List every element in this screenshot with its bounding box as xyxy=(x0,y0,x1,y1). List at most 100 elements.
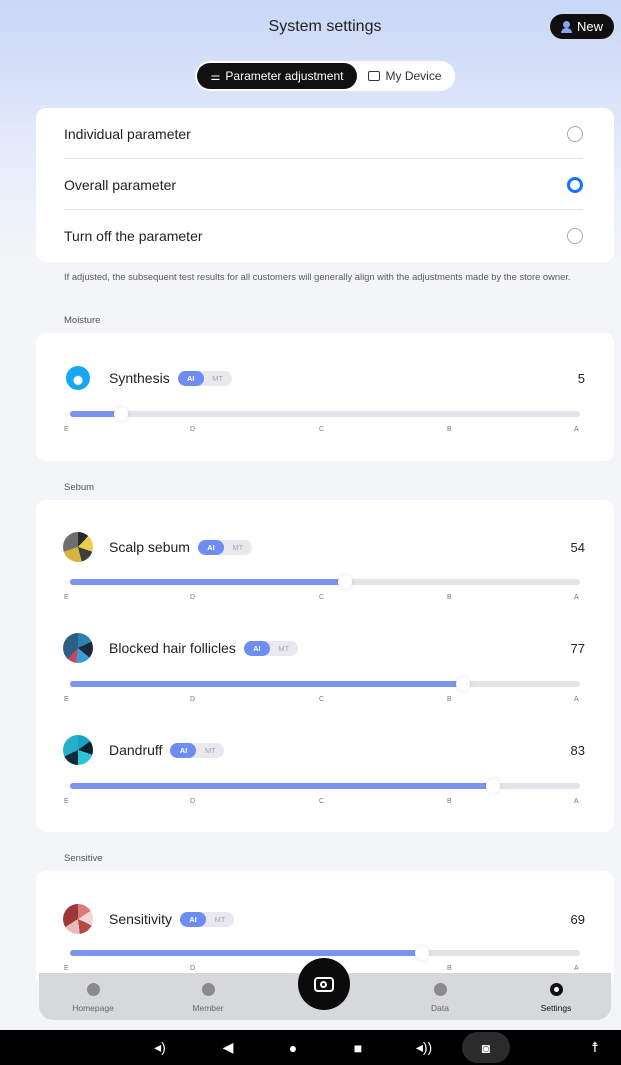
page-title: System settings xyxy=(268,18,382,35)
slider-thumb[interactable] xyxy=(414,946,429,960)
section-label-sebum: Sebum xyxy=(64,482,95,493)
home-button-icon[interactable]: ● xyxy=(283,1030,303,1065)
mt-label: MT xyxy=(278,643,290,653)
tick-label: B xyxy=(447,965,452,972)
tick-label: A xyxy=(574,798,579,805)
option-label: Turn off the parameter xyxy=(64,227,203,244)
mt-label: MT xyxy=(205,745,216,755)
nav-data[interactable]: Data xyxy=(400,973,480,1020)
option-overall-parameter[interactable]: Overall parameter xyxy=(64,159,583,210)
scale-ticks: E D C B A xyxy=(64,798,580,808)
tick-label: D xyxy=(190,798,196,805)
slider-thumb[interactable] xyxy=(338,575,353,589)
metric-value: 5 xyxy=(577,370,585,386)
device-icon xyxy=(368,71,381,81)
tick-label: B xyxy=(447,426,452,433)
ai-label: AI xyxy=(170,742,197,758)
parameter-mode-panel: Individual parameter Overall parameter T… xyxy=(36,108,614,262)
volume-up-icon[interactable]: ◂)) xyxy=(412,1030,436,1065)
tick-label: E xyxy=(64,594,69,601)
slider-blocked-hair-follicles[interactable] xyxy=(70,677,580,691)
section-label-moisture: Moisture xyxy=(64,315,101,326)
moisture-panel: Synthesis AI MT 5 E D C B A xyxy=(36,333,614,461)
tab-label: My Device xyxy=(385,69,442,83)
nav-label: Data xyxy=(431,1003,449,1013)
data-icon xyxy=(433,983,447,996)
metric-value: 83 xyxy=(570,742,585,758)
slider-sensitivity[interactable] xyxy=(70,946,580,960)
radio-button[interactable] xyxy=(567,227,583,244)
slider-scalp-sebum[interactable] xyxy=(70,575,580,589)
top-bar: System settings New xyxy=(0,0,621,56)
tick-label: D xyxy=(190,696,196,703)
blocked-follicles-image xyxy=(63,633,93,663)
adjustment-note: If adjusted, the subsequent test results… xyxy=(64,271,571,282)
slider-thumb[interactable] xyxy=(114,407,128,421)
tick-label: A xyxy=(574,426,579,433)
radio-button[interactable] xyxy=(567,125,583,142)
scalp-sebum-image xyxy=(63,532,93,562)
slider-thumb[interactable] xyxy=(486,779,501,793)
system-navigation-bar: ◂) ◀ ● ■ ◂)) ◙ ☨ xyxy=(0,1030,621,1065)
ai-label: AI xyxy=(197,539,224,555)
tick-label: E xyxy=(64,696,69,703)
nav-homepage[interactable]: Homepage xyxy=(53,973,133,1020)
slider-fill xyxy=(70,681,463,687)
tick-label: E xyxy=(64,426,69,433)
add-user-icon xyxy=(560,20,573,33)
mt-label: MT xyxy=(232,542,244,552)
sliders-icon: ⚌ xyxy=(210,70,221,83)
metric-synthesis: Synthesis AI MT 5 xyxy=(63,363,585,393)
camera-icon xyxy=(314,976,334,992)
metric-name: Dandruff xyxy=(109,742,163,758)
ai-mt-toggle[interactable]: AI MT xyxy=(243,640,298,656)
metric-blocked-hair-follicles: Blocked hair follicles AI MT 77 xyxy=(63,633,585,663)
screenshot-icon: ◙ xyxy=(481,1039,491,1056)
scale-ticks: E D C B A xyxy=(64,594,580,604)
tick-label: D xyxy=(190,965,196,972)
tick-label: A xyxy=(574,594,579,601)
ai-mt-toggle[interactable]: AI MT xyxy=(197,539,252,555)
tick-label: C xyxy=(319,798,325,805)
nav-label: Member xyxy=(192,1003,224,1013)
tab-label: Parameter adjustment xyxy=(225,69,344,83)
ai-mt-toggle[interactable]: AI MT xyxy=(177,370,232,386)
slider-thumb[interactable] xyxy=(455,677,470,691)
tick-label: D xyxy=(190,594,196,601)
ai-label: AI xyxy=(177,370,204,386)
dandruff-image xyxy=(63,735,93,765)
option-individual-parameter[interactable]: Individual parameter xyxy=(64,108,583,159)
slider-synthesis[interactable] xyxy=(70,407,580,421)
tab-parameter-adjustment[interactable]: ⚌ Parameter adjustment xyxy=(197,63,357,89)
slider-fill xyxy=(70,579,346,585)
nav-settings[interactable]: Settings xyxy=(516,973,596,1020)
tick-label: C xyxy=(319,426,325,433)
slider-dandruff[interactable] xyxy=(70,779,580,793)
tab-my-device[interactable]: My Device xyxy=(357,63,453,89)
new-button[interactable]: New xyxy=(550,14,614,39)
ai-mt-toggle[interactable]: AI MT xyxy=(170,742,225,758)
accessibility-icon[interactable]: ☨ xyxy=(585,1030,605,1065)
recents-icon[interactable]: ■ xyxy=(348,1030,368,1065)
section-label-sensitive: Sensitive xyxy=(64,853,103,864)
tick-label: B xyxy=(447,696,452,703)
scale-ticks: E D C B A xyxy=(64,696,580,706)
tick-label: A xyxy=(574,696,579,703)
tick-label: C xyxy=(319,594,325,601)
new-button-label: New xyxy=(576,19,603,34)
back-icon[interactable]: ◀ xyxy=(218,1030,238,1065)
option-turn-off-parameter[interactable]: Turn off the parameter xyxy=(64,210,583,261)
radio-button-selected[interactable] xyxy=(567,176,583,193)
nav-member[interactable]: Member xyxy=(168,973,248,1020)
option-label: Individual parameter xyxy=(64,125,191,142)
tick-label: E xyxy=(64,798,69,805)
metric-value: 69 xyxy=(570,911,585,927)
tick-label: B xyxy=(447,798,452,805)
camera-button[interactable] xyxy=(298,958,350,1010)
mt-label: MT xyxy=(212,373,224,383)
ai-label: AI xyxy=(180,911,207,927)
volume-down-icon[interactable]: ◂) xyxy=(150,1030,170,1065)
nav-label: Settings xyxy=(540,1003,572,1013)
ai-mt-toggle[interactable]: AI MT xyxy=(180,911,235,927)
settings-icon xyxy=(549,983,563,996)
